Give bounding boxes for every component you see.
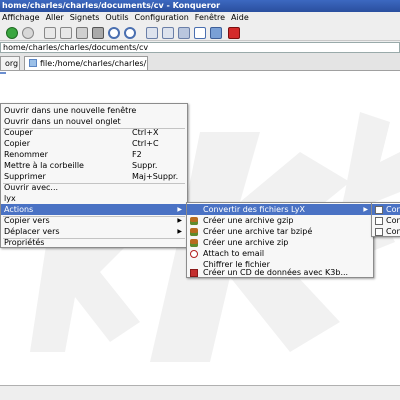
menu-item-label: lyx [4, 194, 16, 203]
menu-item-zip[interactable]: Créer une archive zip [187, 237, 373, 248]
menu-item-move-to[interactable]: Déplacer vers ▶ [1, 226, 187, 237]
folder-icon [29, 59, 37, 67]
menu-item-actions[interactable]: Actions ▶ [1, 204, 187, 215]
archive-icon [190, 228, 198, 236]
preview-icon[interactable] [194, 27, 206, 39]
menu-item-properties[interactable]: Propriétés [1, 237, 187, 248]
menu-item-convert-lyx[interactable]: Convertir des fichiers LyX ▶ [187, 204, 373, 215]
submenu-arrow-icon: ▶ [363, 206, 368, 213]
tab-org-label: org [5, 59, 19, 68]
archive-icon [190, 239, 198, 247]
tab-org[interactable]: org [0, 56, 20, 70]
menu-configuration[interactable]: Configuration [132, 12, 192, 24]
menu-signets[interactable]: Signets [67, 12, 103, 24]
convert-submenu: Con Con Con [371, 202, 400, 237]
menu-item-label: Créer une archive zip [203, 238, 289, 247]
submenu-arrow-icon: ▶ [177, 217, 182, 224]
menu-item-label: Actions [4, 205, 34, 214]
menu-item-label: Con [386, 205, 400, 214]
menu-item-label: Déplacer vers [4, 227, 60, 236]
menu-item-lyx[interactable]: lyx [1, 193, 187, 204]
menu-item-open-window[interactable]: Ouvrir dans une nouvelle fenêtre [1, 105, 187, 116]
menu-item-shortcut: F2 [132, 150, 142, 159]
menu-item-label: Propriétés [4, 238, 45, 247]
menu-item-label: Con [386, 216, 400, 225]
menu-item-shortcut: Ctrl+X [132, 128, 159, 137]
submenu-arrow-icon: ▶ [177, 228, 182, 235]
menu-item-label: Créer une archive gzip [203, 216, 294, 225]
menu-item-open-with[interactable]: Ouvrir avec... [1, 182, 187, 193]
copy-icon[interactable] [60, 27, 72, 39]
tree-view-icon[interactable] [162, 27, 174, 39]
image-icon[interactable] [210, 27, 222, 39]
toolbar [0, 24, 400, 41]
menu-item-shortcut: Ctrl+C [132, 139, 159, 148]
menu-item-shortcut: Maj+Suppr. [132, 172, 179, 181]
mail-icon [190, 250, 198, 258]
menu-item-label: Con [386, 227, 400, 236]
menu-item-convert-3[interactable]: Con [372, 226, 400, 237]
menu-affichage[interactable]: Affichage [0, 12, 43, 24]
paste-icon[interactable] [76, 27, 88, 39]
document-icon [375, 206, 383, 214]
menu-aide[interactable]: Aide [228, 12, 252, 24]
reload-icon[interactable] [6, 27, 18, 39]
k3b-icon [190, 269, 198, 277]
menu-item-tar-bzip[interactable]: Créer une archive tar bzipé [187, 226, 373, 237]
menu-fenetre[interactable]: Fenêtre [192, 12, 228, 24]
menu-item-copy-to[interactable]: Copier vers ▶ [1, 215, 187, 226]
stop-icon[interactable] [22, 27, 34, 39]
menu-item-gzip[interactable]: Créer une archive gzip [187, 215, 373, 226]
actions-submenu: Convertir des fichiers LyX ▶ Créer une ar… [186, 202, 374, 278]
menu-item-trash[interactable]: Mettre à la corbeille Suppr. [1, 160, 187, 171]
menu-item-cut[interactable]: Couper Ctrl+X [1, 127, 187, 138]
location-input[interactable]: home/charles/charles/documents/cv [0, 42, 400, 53]
document-icon [375, 217, 383, 225]
menu-item-label: Ouvrir dans une nouvelle fenêtre [4, 106, 137, 115]
menu-item-label: Supprimer [4, 172, 46, 181]
tab-file[interactable]: file:/home/charles/charles/... [24, 56, 148, 70]
menu-outils[interactable]: Outils [102, 12, 131, 24]
menu-item-convert-1[interactable]: Con [372, 204, 400, 215]
context-menu: Ouvrir dans une nouvelle fenêtre Ouvrir … [0, 103, 188, 248]
menu-item-delete[interactable]: Supprimer Maj+Suppr. [1, 171, 187, 182]
window-title-bar[interactable]: home/charles/charles/documents/cv - Konq… [0, 0, 400, 12]
menu-item-label: Mettre à la corbeille [4, 161, 84, 170]
menu-item-label: Créer un CD de données avec K3b... [203, 268, 349, 277]
menu-item-label: Copier [4, 139, 30, 148]
tab-file-label: file:/home/charles/charles/... [40, 59, 148, 68]
menu-item-label: Ouvrir dans un nouvel onglet [4, 117, 121, 126]
menu-item-label: Ouvrir avec... [4, 183, 59, 192]
menu-item-label: Créer une archive tar bzipé [203, 227, 313, 236]
menu-item-k3b[interactable]: Créer un CD de données avec K3b... [187, 267, 373, 278]
menu-item-label: Copier vers [4, 216, 50, 225]
icon-view-icon[interactable] [146, 27, 158, 39]
menu-item-email[interactable]: Attach to email [187, 248, 373, 259]
menu-item-rename[interactable]: Renommer F2 [1, 149, 187, 160]
window-title: home/charles/charles/documents/cv - Konq… [2, 1, 221, 10]
menu-bar: Affichage Aller Signets Outils Configuration… [0, 12, 400, 24]
print-icon[interactable] [92, 27, 104, 39]
menu-item-label: Attach to email [203, 249, 265, 258]
menu-item-label: Renommer [4, 150, 48, 159]
menu-aller[interactable]: Aller [43, 12, 67, 24]
document-icon [375, 228, 383, 236]
archive-icon [190, 217, 198, 225]
submenu-arrow-icon: ▶ [177, 206, 182, 213]
k3b-icon[interactable] [228, 27, 240, 39]
detail-view-icon[interactable] [178, 27, 190, 39]
menu-item-convert-2[interactable]: Con [372, 215, 400, 226]
menu-item-label: Convertir des fichiers LyX [203, 205, 305, 214]
tab-bar: org file:/home/charles/charles/... [0, 53, 400, 71]
location-bar: home/charles/charles/documents/cv [0, 41, 400, 53]
menu-item-open-tab[interactable]: Ouvrir dans un nouvel onglet [1, 116, 187, 127]
status-bar [0, 385, 400, 400]
zoom-out-icon[interactable] [124, 27, 136, 39]
cut-icon[interactable] [44, 27, 56, 39]
menu-item-copy[interactable]: Copier Ctrl+C [1, 138, 187, 149]
menu-item-label: Couper [4, 128, 33, 137]
zoom-in-icon[interactable] [108, 27, 120, 39]
menu-item-shortcut: Suppr. [132, 161, 158, 170]
